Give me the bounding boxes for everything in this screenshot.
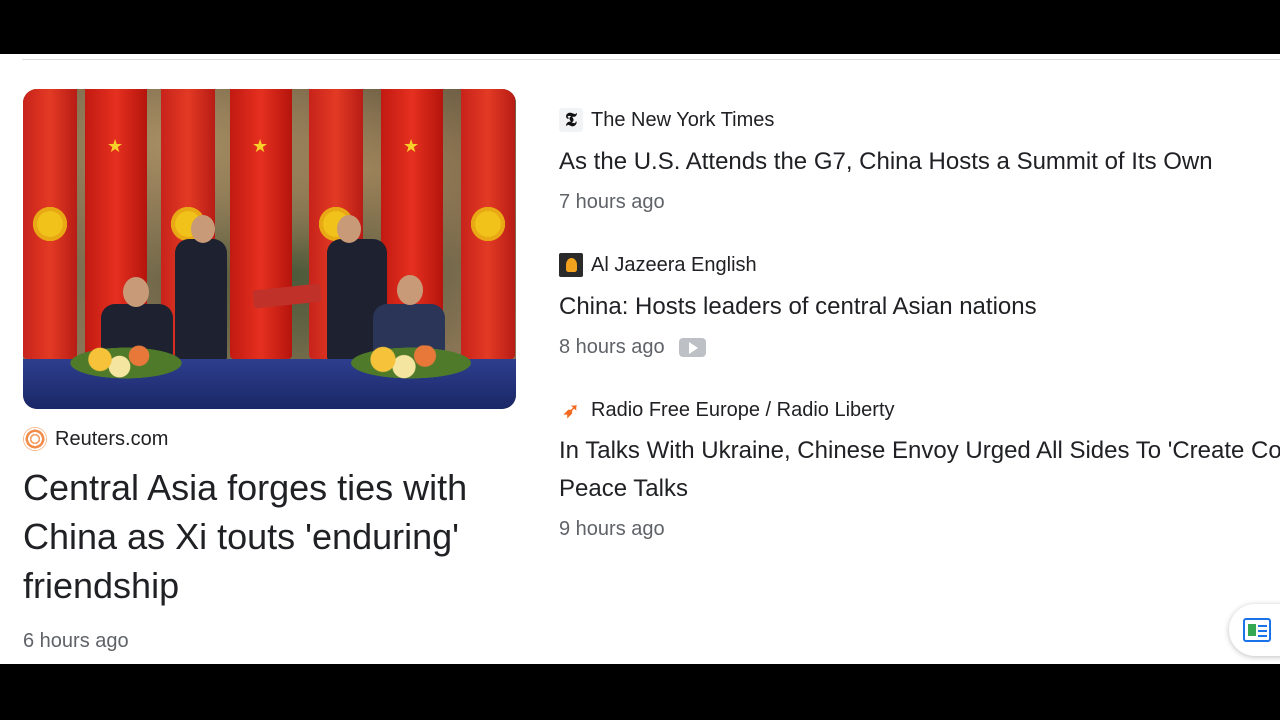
story-timestamp-row: 8 hours ago [559,336,706,359]
flower-arrangement [341,345,481,381]
story-headline-line2[interactable]: Peace Talks [559,470,1280,508]
flower-arrangement [61,345,191,381]
story-timestamp: 8 hours ago [559,336,665,358]
featured-headline[interactable]: Central Asia forges ties with China as X… [23,463,513,610]
source-name: Al Jazeera English [591,253,757,276]
news-feed-button[interactable] [1229,604,1280,656]
chinese-flag: ★ [230,89,292,359]
divider [22,59,1280,60]
story-timestamp: 7 hours ago [559,191,665,213]
kyrgyz-flag [461,89,515,359]
story-source-rferl[interactable]: ➶ Radio Free Europe / Radio Liberty [559,398,895,422]
source-name: The New York Times [591,108,775,131]
aljazeera-logo-icon [559,253,583,277]
story-timestamp: 9 hours ago [559,518,665,540]
reuters-logo-icon [23,427,47,451]
story-headline[interactable]: In Talks With Ukraine, Chinese Envoy Urg… [559,432,1280,470]
nyt-logo-icon: 𝕿 [559,108,583,132]
news-results-panel: ★ ★ ★ Reuters.com Central Asia forges ti… [0,54,1280,664]
story-source-nyt[interactable]: 𝕿 The New York Times [559,108,774,132]
news-feed-icon [1243,618,1271,642]
featured-timestamp: 6 hours ago [23,630,129,652]
aide-left [175,239,227,361]
story-headline[interactable]: China: Hosts leaders of central Asian na… [559,288,1280,326]
story-headline[interactable]: As the U.S. Attends the G7, China Hosts … [559,143,1280,181]
featured-story-image[interactable]: ★ ★ ★ [23,89,516,409]
story-source-aljazeera[interactable]: Al Jazeera English [559,253,757,277]
source-name: Reuters.com [55,427,169,450]
kyrgyz-flag [23,89,77,359]
video-icon [678,338,706,357]
rferl-logo-icon: ➶ [562,399,580,422]
source-name: Radio Free Europe / Radio Liberty [591,398,895,421]
featured-source[interactable]: Reuters.com [23,427,168,451]
